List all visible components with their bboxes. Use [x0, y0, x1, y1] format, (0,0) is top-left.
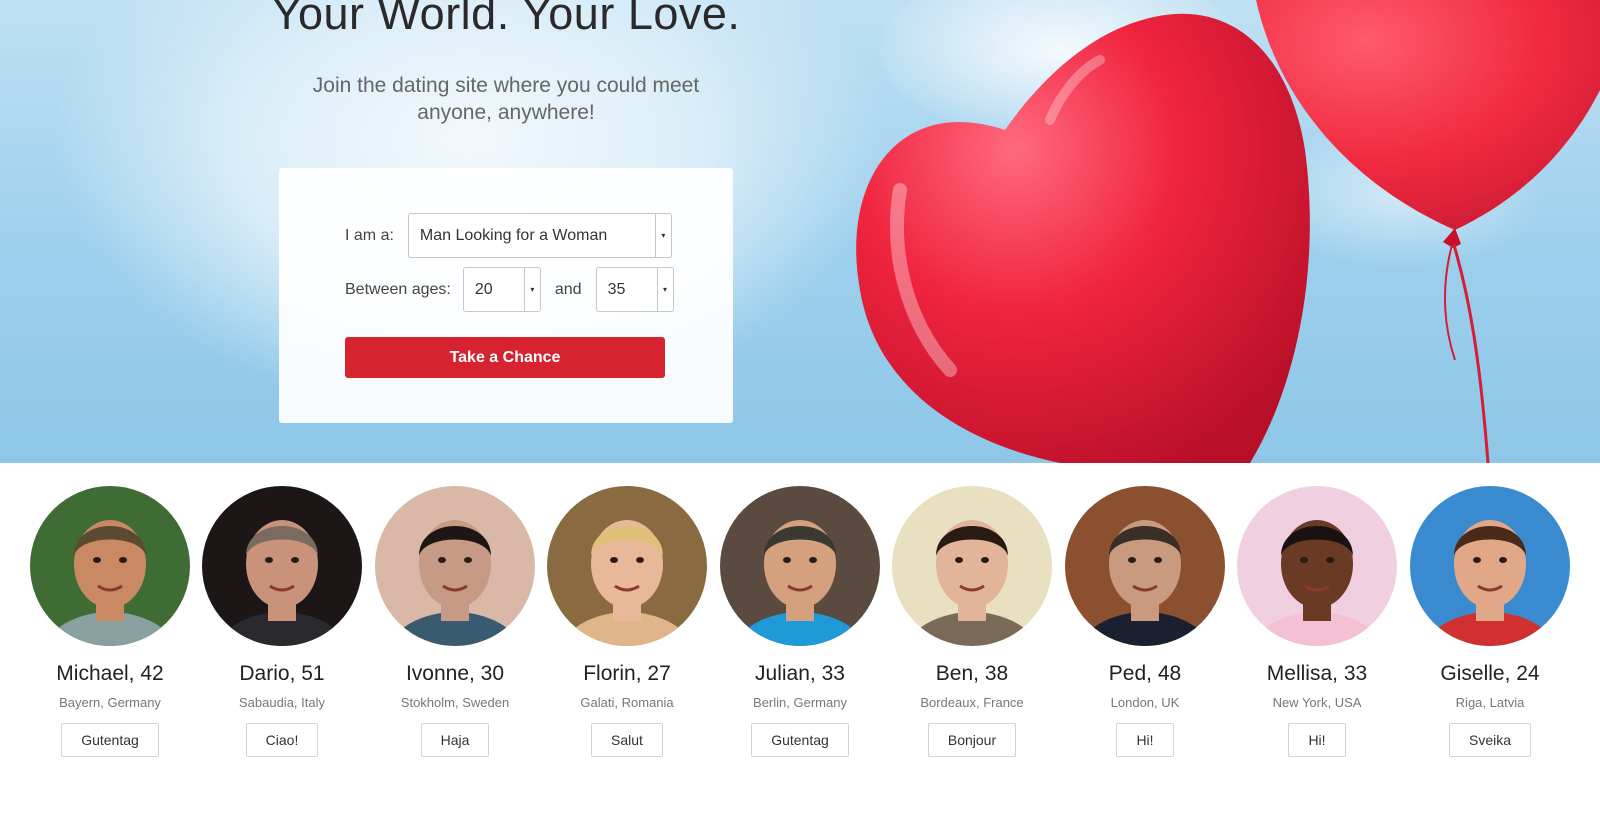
avatar[interactable] — [375, 486, 535, 646]
greeting-button[interactable]: Bonjour — [927, 723, 1017, 757]
profile-card[interactable]: Florin, 27 Galati, Romania Salut — [541, 486, 713, 757]
profile-location: Stokholm, Sweden — [400, 695, 510, 710]
profile-name[interactable]: Michael, 42 — [24, 662, 196, 686]
ages-row: Between ages: 20 ▾ and 35 ▾ — [345, 267, 674, 312]
greeting-button[interactable]: Sveika — [1448, 723, 1532, 757]
profile-location: London, UK — [1110, 695, 1180, 710]
avatar[interactable] — [1237, 486, 1397, 646]
profile-card[interactable]: Mellisa, 33 New York, USA Hi! — [1231, 486, 1403, 757]
profile-name[interactable]: Mellisa, 33 — [1231, 662, 1403, 686]
iam-label: I am a: — [345, 226, 394, 244]
avatar[interactable] — [1410, 486, 1570, 646]
profile-name[interactable]: Giselle, 24 — [1404, 662, 1576, 686]
gender-row: I am a: Man Looking for a Woman ▾ — [345, 213, 672, 258]
profile-name[interactable]: Ben, 38 — [886, 662, 1058, 686]
chevron-down-icon: ▾ — [656, 268, 673, 311]
profile-name[interactable]: Dario, 51 — [196, 662, 368, 686]
balloon-ribbon — [1444, 244, 1456, 361]
heart-balloon-front — [856, 13, 1310, 463]
greeting-button[interactable]: Hi! — [1288, 723, 1346, 757]
profile-location: Galati, Romania — [580, 695, 674, 710]
profile-name[interactable]: Ivonne, 30 — [369, 662, 541, 686]
min-age-value: 20 — [474, 280, 493, 298]
profile-name[interactable]: Florin, 27 — [541, 662, 713, 686]
avatar[interactable] — [892, 486, 1052, 646]
avatar[interactable] — [1065, 486, 1225, 646]
page-title: Your World. Your Love. — [271, 0, 741, 39]
chevron-down-icon: ▾ — [523, 268, 540, 311]
profile-location: New York, USA — [1272, 695, 1362, 710]
hero-banner: Your World. Your Love. Join the dating s… — [0, 0, 1600, 463]
profile-location: Bordeaux, France — [920, 695, 1024, 710]
profile-card[interactable]: Michael, 42 Bayern, Germany Gutentag — [24, 486, 196, 757]
chevron-down-icon: ▾ — [654, 214, 671, 257]
min-age-select[interactable]: 20 ▾ — [462, 267, 541, 312]
profile-card[interactable]: Ben, 38 Bordeaux, France Bonjour — [886, 486, 1058, 757]
avatar[interactable] — [30, 486, 190, 646]
avatar[interactable] — [547, 486, 707, 646]
profile-card[interactable]: Julian, 33 Berlin, Germany Gutentag — [714, 486, 886, 757]
greeting-button[interactable]: Gutentag — [61, 723, 159, 757]
ages-label: Between ages: — [345, 280, 451, 298]
profile-location: Bayern, Germany — [59, 695, 161, 710]
profile-location: Berlin, Germany — [753, 695, 847, 710]
greeting-button[interactable]: Hi! — [1116, 723, 1174, 757]
gender-select[interactable]: Man Looking for a Woman ▾ — [407, 213, 672, 258]
max-age-value: 35 — [607, 280, 626, 298]
profile-name[interactable]: Julian, 33 — [714, 662, 886, 686]
balloon-string — [1452, 244, 1490, 463]
avatar[interactable] — [720, 486, 880, 646]
and-label: and — [554, 280, 582, 298]
profile-card[interactable]: Giselle, 24 Riga, Latvia Sveika — [1404, 486, 1576, 757]
profile-strip: Michael, 42 Bayern, Germany Gutentag Dario,… — [0, 486, 1600, 786]
greeting-button[interactable]: Ciao! — [245, 723, 319, 757]
take-a-chance-button[interactable]: Take a Chance — [345, 337, 665, 378]
profile-name[interactable]: Ped, 48 — [1059, 662, 1231, 686]
profile-card[interactable]: Ivonne, 30 Stokholm, Sweden Haja — [369, 486, 541, 757]
profile-location: Sabaudia, Italy — [238, 695, 325, 710]
greeting-button[interactable]: Salut — [591, 723, 663, 757]
profile-card[interactable]: Ped, 48 London, UK Hi! — [1059, 486, 1231, 757]
heart-balloons-image — [856, 0, 1600, 463]
search-form: I am a: Man Looking for a Woman ▾ Betwee… — [279, 168, 733, 423]
page-subtitle: Join the dating site where you could mee… — [312, 74, 700, 124]
avatar[interactable] — [202, 486, 362, 646]
greeting-button[interactable]: Haja — [420, 723, 490, 757]
max-age-select[interactable]: 35 ▾ — [595, 267, 674, 312]
gender-select-value: Man Looking for a Woman — [419, 226, 608, 244]
profile-location: Riga, Latvia — [1455, 695, 1525, 710]
greeting-button[interactable]: Gutentag — [751, 723, 849, 757]
profile-card[interactable]: Dario, 51 Sabaudia, Italy Ciao! — [196, 486, 368, 757]
